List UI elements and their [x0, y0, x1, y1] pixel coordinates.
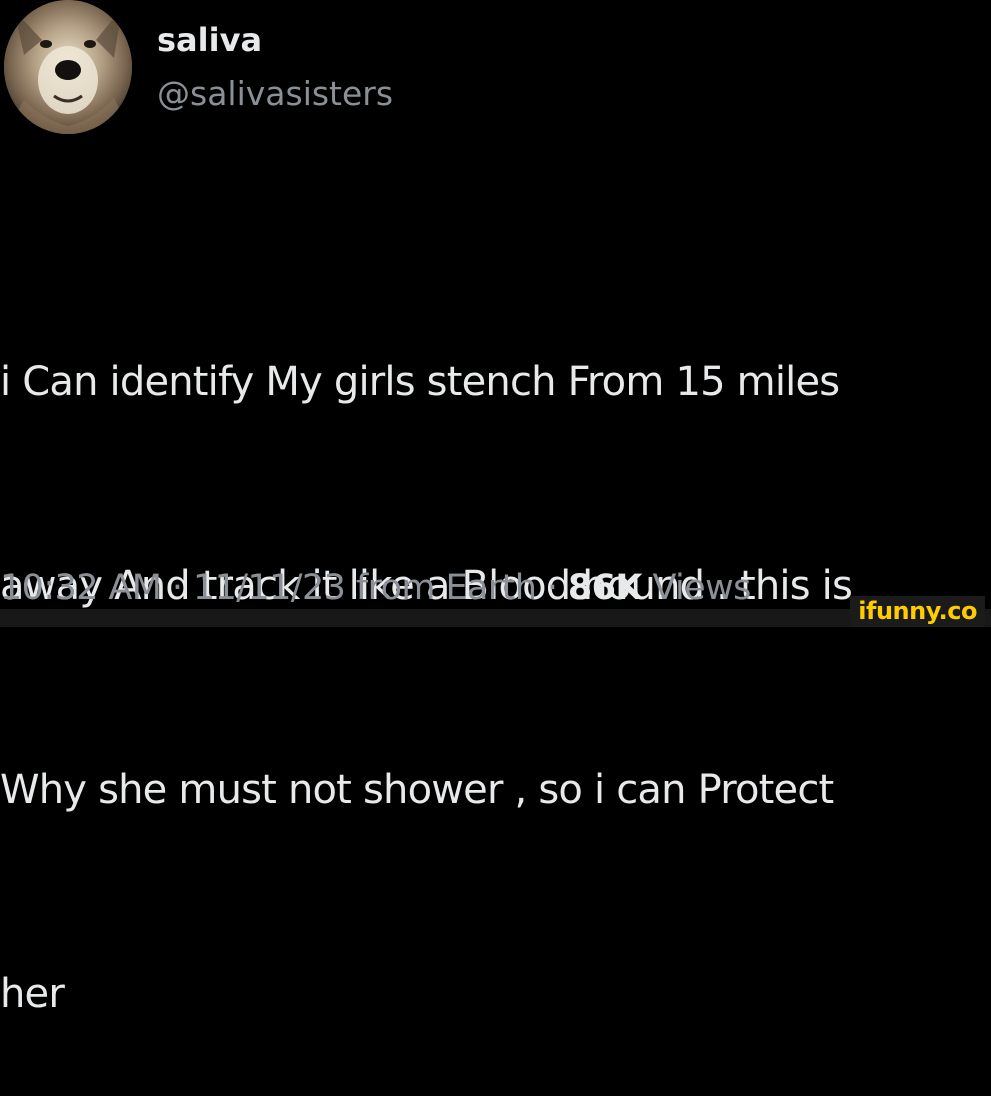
tweet-text: i Can identify My girls stench From 15 m…: [0, 212, 991, 1096]
tweet-date[interactable]: 11/11/23: [193, 568, 346, 608]
views-label: Views: [652, 568, 751, 608]
tweet-meta: 10:32 AM · 11/11/23 from Earth · 86K Vie…: [0, 565, 751, 611]
meta-separator: ·: [546, 568, 558, 608]
tweet-line: i Can identify My girls stench From 15 m…: [0, 359, 840, 405]
display-name[interactable]: saliva: [157, 18, 262, 62]
tweet-time[interactable]: 10:32 AM: [0, 568, 162, 608]
avatar[interactable]: [4, 0, 132, 134]
watermark-bar: [0, 609, 991, 627]
wolf-avatar-icon: [4, 0, 132, 134]
ifunny-watermark: ifunny.co: [850, 596, 985, 627]
views-count[interactable]: 86K: [568, 568, 643, 608]
tweet-source: from Earth: [355, 568, 537, 608]
tweet-line: her: [0, 971, 65, 1017]
tweet-line: Why she must not shower , so i can Prote…: [0, 767, 834, 813]
user-handle[interactable]: @salivasisters: [157, 72, 393, 116]
meta-separator: ·: [171, 568, 183, 608]
